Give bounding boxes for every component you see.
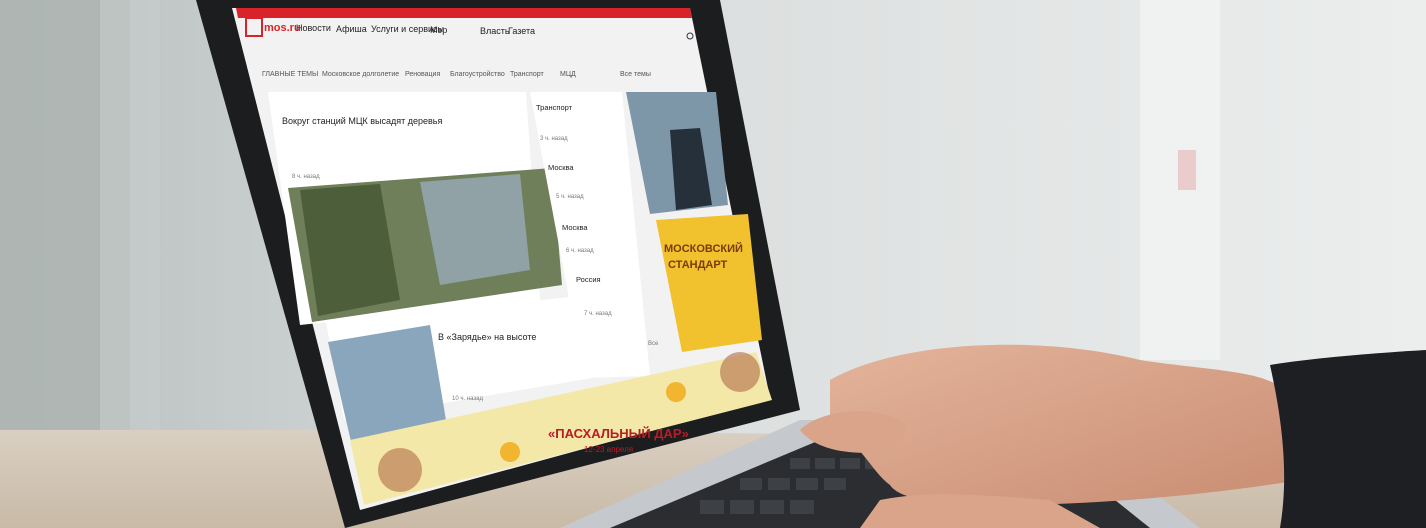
chick-icon [500,442,520,462]
subnav-item[interactable]: МЦД [560,71,576,78]
promo-title-1: МОСКОВСКИЙ [664,242,743,255]
decor-wreath-icon [720,352,760,392]
lead-time: 8 ч. назад [292,174,320,180]
website-screen: mos.ru Новости Афиша Услуги и сервисы Мэ… [236,8,772,505]
second-headline[interactable]: В «Зарядье» на высоте [438,332,536,342]
chick-icon [666,382,686,402]
sidebar-item-title[interactable]: Москва [548,163,574,172]
sidebar-item-title[interactable]: Москва [562,223,588,232]
search-icon[interactable] [686,32,694,40]
subnav-item[interactable]: Благоустройство [450,70,505,78]
nav-item-newspaper[interactable]: Газета [508,26,535,36]
sidebar-item-time: 6 ч. назад [566,248,594,254]
promo-title-2: СТАНДАРТ [668,259,728,271]
nav-item-afisha[interactable]: Афиша [336,24,367,34]
photo-scene: mos.ru Новости Афиша Услуги и сервисы Мэ… [0,0,1426,528]
image-watermark: mos.ru [536,260,554,266]
subnav-label: ГЛАВНЫЕ ТЕМЫ [262,71,318,78]
sidebar-item-time: 3 ч. назад [540,136,568,142]
subnav-item[interactable]: Транспорт [510,71,544,78]
subnav-item[interactable]: Все темы [620,71,651,78]
sidebar-item-title[interactable]: Транспорт [536,103,573,112]
lead-headline[interactable]: Вокруг станций МЦК высадят деревья [282,116,442,126]
sidebar-item-time: 5 ч. назад [556,194,584,200]
second-time: 10 ч. назад [452,396,483,402]
sidebar-item-title[interactable]: Россия [576,275,601,284]
banner-title: «ПАСХАЛЬНЫЙ ДАР» [548,426,689,441]
logo-icon [245,17,263,37]
promo-block[interactable] [656,214,762,352]
sidebar-item-time: 7 ч. назад [584,311,612,317]
nav-item-government[interactable]: Власть [480,26,510,36]
nav-item-news[interactable]: Новости [296,23,331,33]
nav-item-mayor[interactable]: Мэр [430,25,447,35]
banner-dates: 12-23 апреля [584,445,633,454]
subnav-item[interactable]: Реновация [405,71,440,78]
decor-wreath-icon [378,448,422,492]
subnav-item[interactable]: Московское долголетие [322,71,399,78]
site-top-bar [236,8,692,18]
sidebar-more-link[interactable]: Все [648,341,659,347]
